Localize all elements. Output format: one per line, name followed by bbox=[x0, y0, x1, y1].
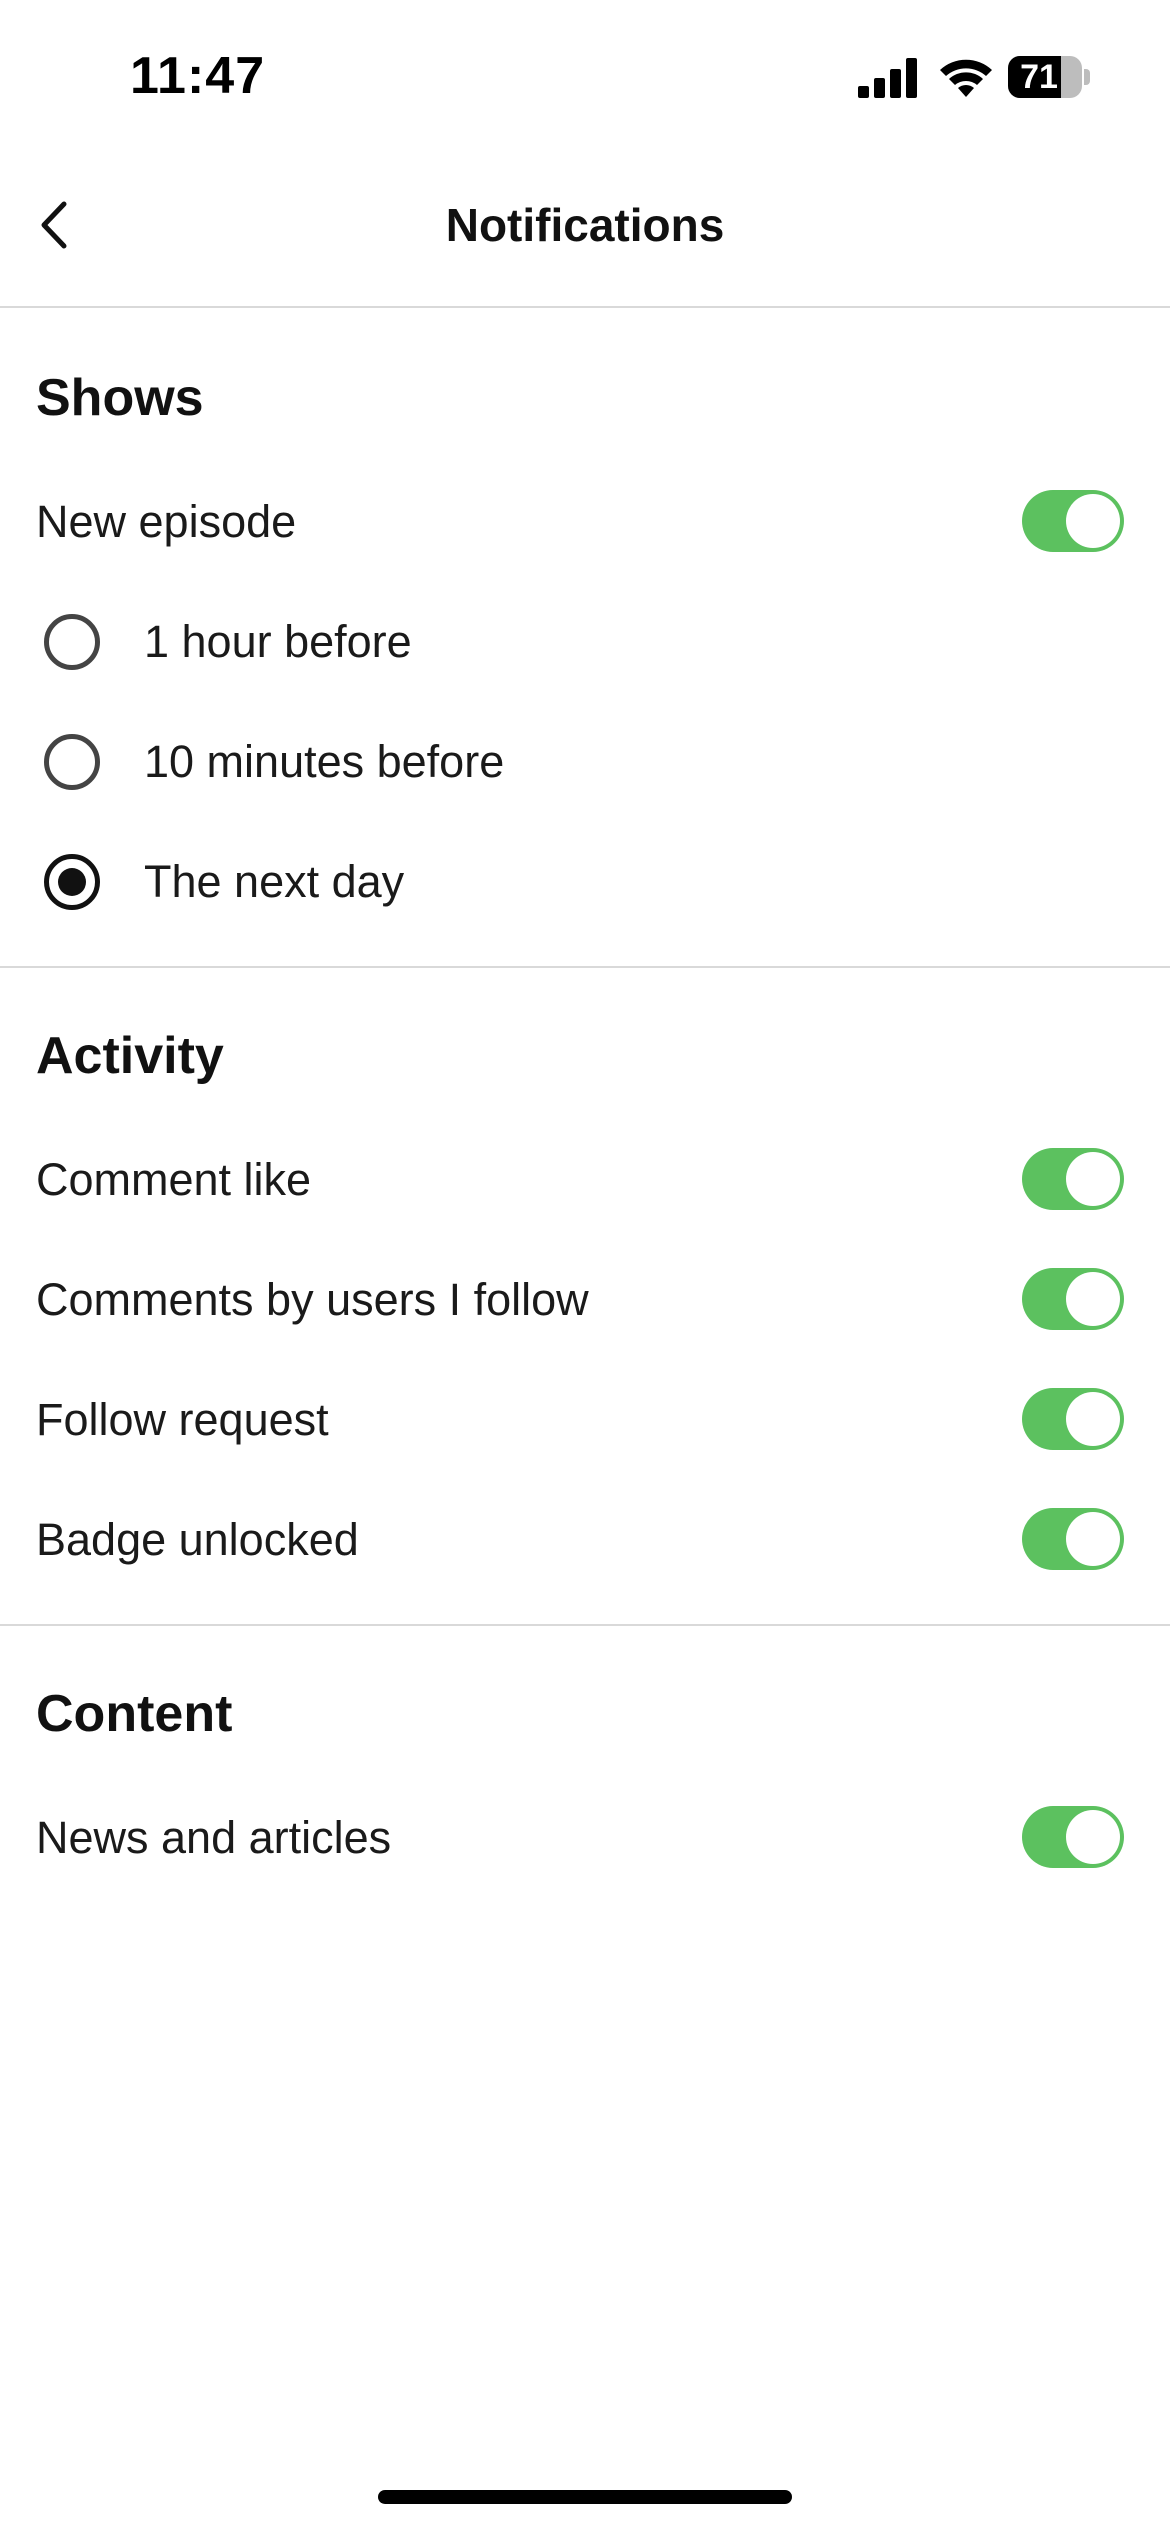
battery-body: 71 bbox=[1008, 56, 1082, 98]
toggle-knob bbox=[1066, 494, 1120, 548]
status-time: 11:47 bbox=[130, 47, 266, 105]
section-content: Content News and articles bbox=[0, 1626, 1170, 1926]
radio-button[interactable] bbox=[44, 614, 100, 670]
comments-by-users-label: Comments by users I follow bbox=[36, 1274, 589, 1325]
radio-dot bbox=[58, 868, 86, 896]
wifi-icon bbox=[938, 56, 994, 98]
badge-unlocked-toggle[interactable] bbox=[1022, 1508, 1124, 1570]
radio-button-selected[interactable] bbox=[44, 854, 100, 910]
notifications-screen: 11:47 71 Notifications Shows New episode… bbox=[0, 0, 1170, 2532]
comment-like-label: Comment like bbox=[36, 1154, 312, 1205]
follow-request-label: Follow request bbox=[36, 1394, 329, 1445]
new-episode-label: New episode bbox=[36, 496, 297, 547]
battery-icon: 71 bbox=[1008, 56, 1090, 98]
section-title-activity: Activity bbox=[36, 1027, 224, 1085]
section-title-shows: Shows bbox=[36, 369, 204, 427]
row-comment-like: Comment like bbox=[0, 1126, 1170, 1236]
news-and-articles-toggle[interactable] bbox=[1022, 1806, 1124, 1868]
follow-request-toggle[interactable] bbox=[1022, 1388, 1124, 1450]
radio-option-1-hour-before[interactable]: 1 hour before bbox=[0, 588, 1170, 698]
section-shows: Shows New episode 1 hour before 10 minut… bbox=[0, 310, 1170, 968]
row-comments-by-users-i-follow: Comments by users I follow bbox=[0, 1246, 1170, 1356]
toggle-knob bbox=[1066, 1810, 1120, 1864]
new-episode-toggle[interactable] bbox=[1022, 490, 1124, 552]
section-title-content: Content bbox=[36, 1685, 233, 1743]
comment-like-toggle[interactable] bbox=[1022, 1148, 1124, 1210]
nav-bar: Notifications bbox=[0, 150, 1170, 308]
row-new-episode: New episode bbox=[0, 468, 1170, 578]
radio-option-the-next-day[interactable]: The next day bbox=[0, 828, 1170, 938]
status-icons: 71 bbox=[850, 54, 1090, 104]
page-title: Notifications bbox=[445, 199, 725, 251]
toggle-knob bbox=[1066, 1272, 1120, 1326]
battery-cap bbox=[1084, 69, 1090, 85]
toggle-knob bbox=[1066, 1152, 1120, 1206]
radio-label: The next day bbox=[144, 856, 405, 907]
badge-unlocked-label: Badge unlocked bbox=[36, 1514, 359, 1565]
row-news-and-articles: News and articles bbox=[0, 1784, 1170, 1894]
signal-icon bbox=[858, 58, 920, 98]
home-indicator bbox=[378, 2490, 792, 2504]
comments-by-users-toggle[interactable] bbox=[1022, 1268, 1124, 1330]
row-badge-unlocked: Badge unlocked bbox=[0, 1486, 1170, 1596]
battery-level-text: 71 bbox=[1020, 58, 1058, 96]
news-and-articles-label: News and articles bbox=[36, 1812, 392, 1863]
row-follow-request: Follow request bbox=[0, 1366, 1170, 1476]
toggle-knob bbox=[1066, 1512, 1120, 1566]
radio-option-10-minutes-before[interactable]: 10 minutes before bbox=[0, 708, 1170, 818]
status-bar: 11:47 71 bbox=[0, 0, 1170, 150]
section-activity: Activity Comment like Comments by users … bbox=[0, 968, 1170, 1626]
toggle-knob bbox=[1066, 1392, 1120, 1446]
radio-label: 1 hour before bbox=[144, 616, 412, 667]
radio-label: 10 minutes before bbox=[144, 736, 505, 787]
radio-button[interactable] bbox=[44, 734, 100, 790]
